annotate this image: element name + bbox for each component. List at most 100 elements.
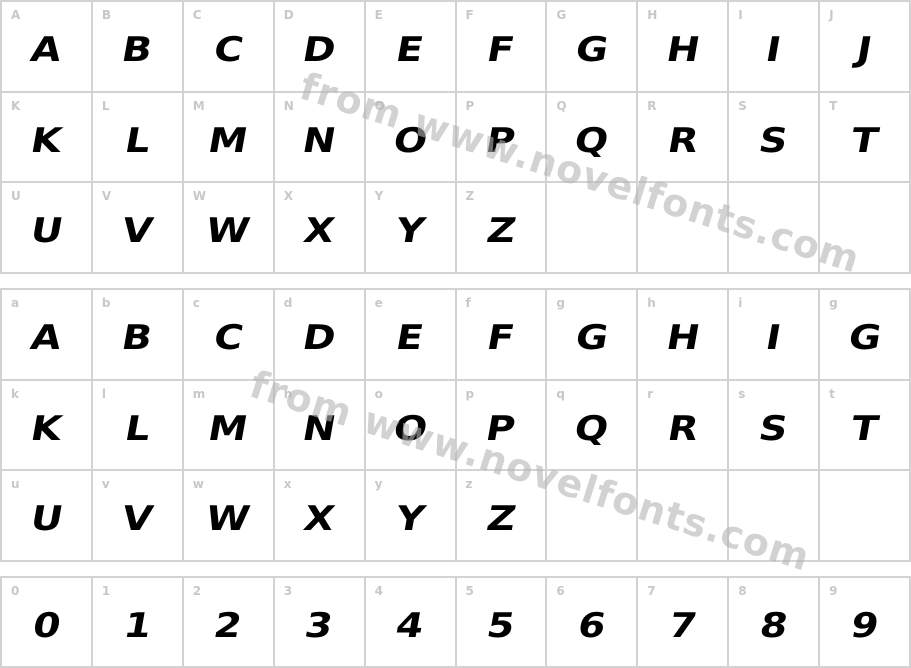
glyph-cell: 77: [638, 578, 730, 668]
glyph-cell-label: B: [101, 8, 112, 22]
glyph-character: Z: [483, 211, 519, 252]
glyph-preview: S: [729, 121, 818, 161]
glyph-cell-label: J: [829, 8, 834, 22]
glyph-cell-label: 6: [556, 584, 565, 598]
glyph-preview: G: [547, 30, 636, 70]
glyph-cell-label: 2: [192, 584, 202, 598]
glyph-preview: W: [184, 211, 273, 251]
glyph-character: A: [27, 318, 66, 358]
uppercase-grid: AABBCCDDEEFFGGHHIIJJKKLLMMNNOOPPQQRRSSTT…: [0, 0, 911, 274]
glyph-cell: [638, 183, 730, 274]
glyph-preview: 2: [184, 606, 273, 646]
glyph-preview: O: [366, 409, 455, 449]
glyph-character: U: [27, 211, 66, 252]
glyph-preview: C: [184, 318, 273, 358]
glyph-preview: G: [547, 318, 636, 358]
glyph-cell-label: M: [192, 98, 205, 113]
glyph-character: T: [847, 120, 882, 161]
glyph-cell-label: G: [556, 8, 567, 22]
glyph-character: K: [27, 120, 66, 161]
glyph-cell-label: f: [465, 296, 471, 310]
glyph-character: D: [299, 30, 339, 70]
glyph-character: 5: [483, 606, 519, 646]
glyph-cell: [638, 471, 730, 562]
glyph-preview: [547, 499, 636, 539]
glyph-cell-label: g: [829, 296, 838, 310]
glyph-cell-label: P: [465, 98, 475, 113]
glyph-character: M: [205, 120, 252, 161]
glyph-preview: T: [820, 409, 909, 449]
digits-grid: 00112233445566778899: [0, 576, 911, 668]
glyph-cell: OO: [365, 92, 457, 184]
glyph-preview: U: [2, 499, 91, 539]
glyph-preview: Z: [457, 499, 546, 539]
glyph-cell-label: u: [11, 477, 20, 492]
glyph-preview: 6: [547, 606, 636, 646]
glyph-preview: R: [638, 121, 727, 161]
glyph-preview: 3: [275, 606, 364, 646]
glyph-preview: T: [820, 121, 909, 161]
glyph-cell: KK: [2, 92, 93, 184]
glyph-cell: aA: [2, 290, 93, 381]
glyph-character: N: [299, 408, 340, 449]
glyph-cell: zZ: [456, 471, 548, 562]
glyph-cell-label: E: [374, 8, 383, 22]
glyph-preview: Z: [457, 211, 546, 251]
glyph-character: 4: [392, 606, 428, 646]
glyph-character: R: [664, 120, 702, 161]
glyph-cell: 33: [274, 578, 366, 668]
glyph-cell-label: Y: [374, 189, 384, 204]
glyph-preview: 5: [457, 606, 546, 646]
glyph-cell: bB: [92, 290, 184, 381]
glyph-preview: 8: [729, 606, 818, 646]
glyph-character: X: [300, 211, 338, 252]
glyph-preview: W: [184, 499, 273, 539]
glyph-preview: [820, 211, 909, 251]
glyph-cell: AA: [2, 2, 93, 93]
glyph-cell-label: a: [11, 296, 20, 310]
glyph-cell: VV: [92, 183, 184, 274]
glyph-cell: dD: [274, 290, 366, 381]
glyph-cell: gG: [547, 290, 639, 381]
glyph-character: E: [393, 318, 427, 358]
glyph-character: I: [762, 30, 785, 70]
glyph-character: M: [205, 408, 252, 449]
glyph-cell: YY: [365, 183, 457, 274]
glyph-preview: I: [729, 30, 818, 70]
glyph-character: J: [853, 30, 876, 70]
glyph-character: U: [27, 499, 66, 540]
glyph-cell-label: S: [738, 98, 747, 113]
glyph-cell-label: s: [738, 386, 746, 401]
glyph-preview: [547, 211, 636, 251]
glyph-preview: M: [184, 409, 273, 449]
glyph-character: G: [844, 318, 885, 358]
glyph-character: S: [756, 408, 792, 449]
glyph-character: P: [483, 120, 519, 161]
glyph-character: W: [203, 211, 254, 252]
glyph-cell-label: 8: [738, 584, 747, 598]
glyph-preview: D: [275, 30, 364, 70]
glyph-character: 6: [574, 606, 609, 646]
glyph-preview: L: [93, 121, 182, 161]
glyph-preview: A: [2, 318, 91, 358]
glyph-cell-label: g: [556, 296, 565, 310]
glyph-preview: C: [184, 30, 273, 70]
glyph-cell-label: D: [283, 8, 294, 22]
glyph-cell: FF: [456, 2, 548, 93]
glyph-cell: wW: [183, 471, 275, 562]
glyph-cell-label: t: [829, 386, 835, 401]
glyph-cell-label: F: [465, 8, 474, 22]
glyph-cell-label: 0: [11, 584, 20, 598]
glyph-cell: nN: [274, 380, 366, 472]
glyph-character: Q: [571, 408, 612, 449]
glyph-preview: K: [2, 121, 91, 161]
glyph-cell: 99: [820, 578, 911, 668]
glyph-cell-label: 9: [829, 584, 838, 598]
glyph-cell-label: K: [11, 98, 21, 113]
glyph-cell-label: p: [465, 386, 475, 401]
glyph-preview: P: [457, 121, 546, 161]
glyph-preview: 4: [366, 606, 455, 646]
glyph-character: T: [847, 408, 882, 449]
glyph-preview: F: [457, 318, 546, 358]
glyph-character: R: [664, 408, 702, 449]
